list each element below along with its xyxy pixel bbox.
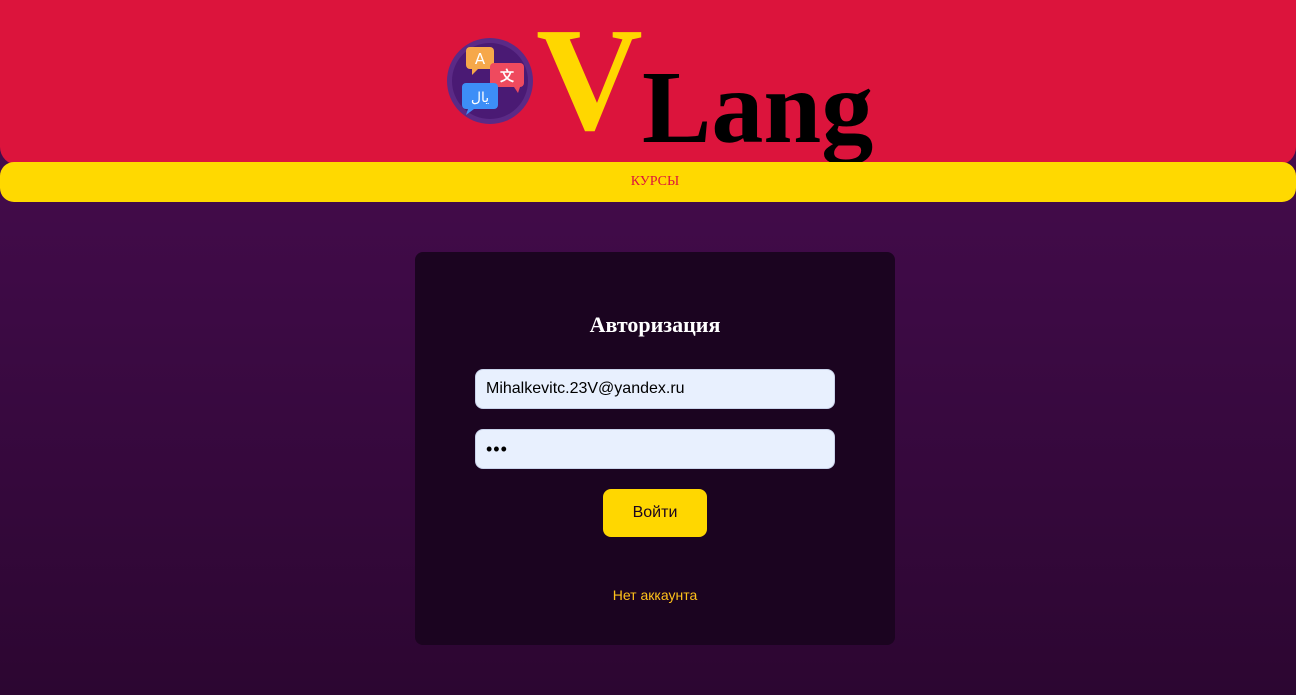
login-button[interactable]: Войти <box>603 489 707 537</box>
login-title: Авторизация <box>589 312 721 337</box>
login-card: Авторизация Войти Нет аккаунта <box>415 252 895 645</box>
email-field[interactable] <box>475 369 835 409</box>
svg-text:文: 文 <box>500 68 515 85</box>
translate-chat-icon: A 文 یال <box>446 37 534 125</box>
nav-link-courses[interactable]: КУРСЫ <box>0 162 1296 202</box>
register-link[interactable]: Нет аккаунта <box>415 587 895 603</box>
navbar: КУРСЫ <box>0 162 1296 202</box>
password-field[interactable] <box>475 429 835 469</box>
svg-text:A: A <box>475 50 486 68</box>
logo-text: Lang <box>642 50 874 165</box>
site-header: A 文 یال V Lang <box>0 0 1296 165</box>
logo-letter-v: V <box>536 0 643 162</box>
svg-text:یال: یال <box>471 90 489 106</box>
